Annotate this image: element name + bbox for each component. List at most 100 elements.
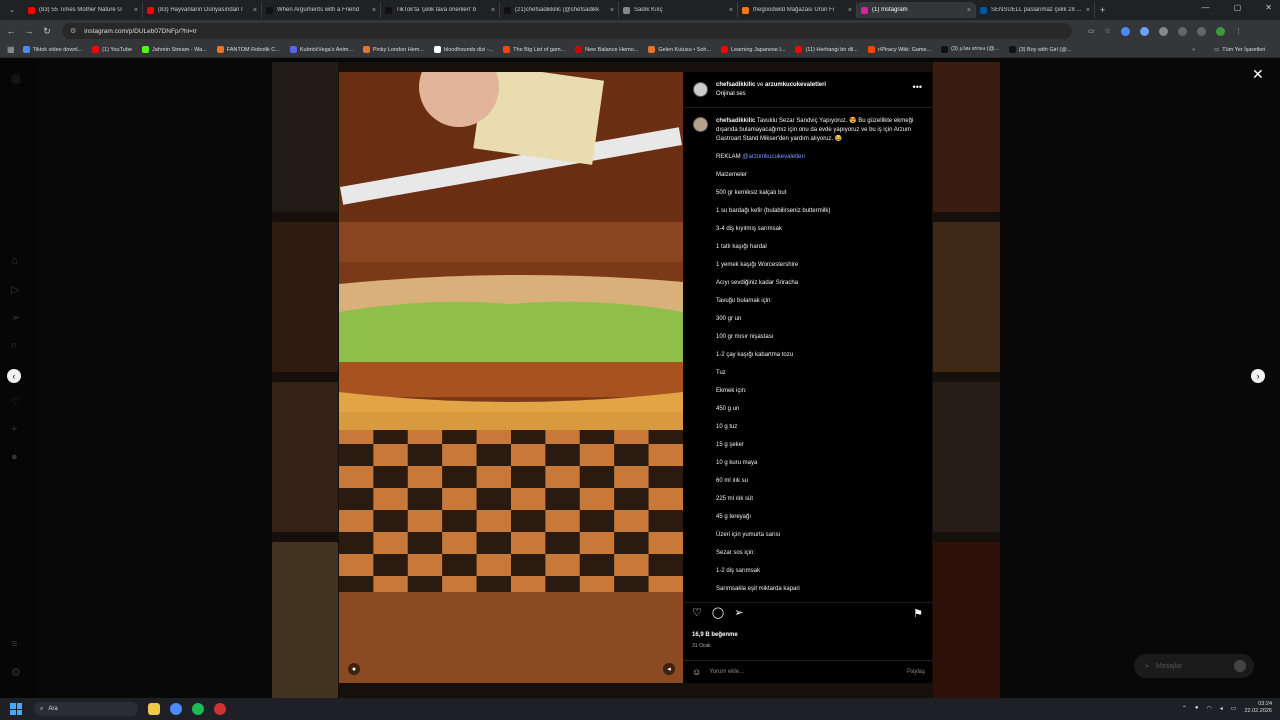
tab-close-icon[interactable]: × (848, 7, 852, 14)
menu-icon[interactable]: ⋮ (1235, 27, 1242, 35)
new-tab-button[interactable]: + (1100, 5, 1105, 15)
tab-close-icon[interactable]: × (967, 7, 971, 14)
tab-close-icon[interactable]: × (491, 7, 495, 14)
browser-tab[interactable]: (1) Instagram × (857, 2, 976, 18)
extension-icon[interactable] (1158, 26, 1168, 36)
author-username[interactable]: chefsadikkilic (716, 82, 755, 88)
tab-close-icon[interactable]: × (253, 7, 257, 14)
profile-avatar[interactable] (1215, 26, 1225, 36)
bookmark-item[interactable]: (11) Herhangi bir dil... (795, 46, 858, 53)
tab-close-icon[interactable]: × (1086, 7, 1090, 14)
bookmark-item[interactable]: KubrickVega's Anim... (289, 46, 353, 53)
bookmark-item[interactable]: Jahrein Stream - Wa... (141, 46, 207, 53)
more-options-icon[interactable]: ••• (913, 82, 922, 92)
downloads-icon[interactable] (1196, 26, 1206, 36)
author-avatar[interactable] (693, 82, 708, 97)
bookmark-item[interactable]: Gelen Kutusu • Soh... (648, 46, 711, 53)
mic-icon[interactable]: ● (1195, 705, 1199, 711)
battery-icon[interactable]: ▭ (1231, 705, 1237, 712)
cutting-board-tile (579, 466, 615, 488)
audio-label[interactable]: Orijinal ses (716, 90, 826, 99)
tab-title: SENSUELL paslanmaz çelik 28 ... (991, 7, 1082, 13)
bookmark-item[interactable]: FANTOM Robotik C... (216, 46, 280, 53)
mute-toggle-icon[interactable]: ◂ (663, 663, 675, 675)
cast-icon[interactable]: ▭ (1088, 27, 1095, 35)
bookmark-item[interactable]: r/Piracy Wiki: Game... (867, 46, 931, 53)
close-modal-icon[interactable]: ✕ (1252, 66, 1264, 83)
apps-icon[interactable]: ▦ (7, 45, 15, 54)
window-close-icon[interactable]: ✕ (1265, 3, 1272, 12)
bookmark-item[interactable]: (3) 𝔷𝔢𝔟𝔞𝔰 𝔵𝔬𝔯𝔫𝔢𝔰 (@... (941, 46, 999, 53)
site-info-icon[interactable]: ⚙ (70, 27, 76, 35)
network-icon[interactable]: ◠ (1207, 705, 1212, 712)
cutting-board-tile (511, 444, 546, 466)
reel-video[interactable]: ● ◂ (339, 72, 683, 683)
tab-close-icon[interactable]: × (729, 7, 733, 14)
like-count[interactable]: 16,9 B beğenme (692, 632, 738, 638)
like-heart-icon[interactable]: ♡ (692, 606, 702, 619)
bookmark-star-icon[interactable]: ☆ (1105, 27, 1111, 35)
tab-close-icon[interactable]: × (134, 7, 138, 14)
forward-icon[interactable]: → (22, 26, 36, 36)
caption-ingredient-line: 1-2 çay kaşığı kabartma tozu (716, 352, 794, 358)
browser-tab[interactable]: thegoodwild Mağazası Ürün Fi × (738, 2, 857, 18)
all-bookmarks[interactable]: ▭ Tüm Yer İşaretleri (1214, 47, 1265, 53)
bookmark-item[interactable]: Pinky London Hem... (362, 46, 424, 53)
browser-tab[interactable]: (83) 55 Times Mother Nature G × (24, 2, 143, 18)
bookmark-item[interactable]: bloodhounds dizi -... (433, 46, 493, 53)
back-icon[interactable]: ← (4, 26, 18, 36)
emoji-icon[interactable]: ☺ (692, 667, 701, 677)
next-post-arrow-icon[interactable]: › (1251, 369, 1265, 383)
volume-icon[interactable]: ◂ (1220, 705, 1223, 712)
bookmark-item[interactable]: Tiktok video downl... (22, 46, 82, 53)
post-comment-button[interactable]: Paylaş (907, 669, 925, 675)
messages-button[interactable]: ➢ Mesajlar (1134, 654, 1254, 678)
bookmark-item[interactable]: (3) Boy with Girl (@... (1008, 46, 1071, 53)
ad-mention-link[interactable]: @arzumkucukevaletleri (742, 154, 804, 160)
taskbar-search[interactable]: ⌕ Ara (34, 702, 138, 716)
browser-tab[interactable]: (83) Hayvanların Dünyasından İ × (143, 2, 262, 18)
previous-post-arrow-icon[interactable]: ‹ (7, 369, 21, 383)
post-actions: ♡ ◯ ➢ ⚑ (683, 602, 932, 622)
reload-icon[interactable]: ↻ (40, 26, 54, 37)
clock[interactable]: 03:24 22.02.2026 (1244, 701, 1272, 715)
caption-ingredient-line: 15 g şeker (716, 442, 745, 448)
bookmark-item[interactable]: Learning Japanese I... (721, 46, 785, 53)
browser-tab[interactable]: Sadık Kılıç × (619, 2, 738, 18)
maximize-icon[interactable]: ▢ (1234, 3, 1242, 12)
spotify-icon[interactable] (192, 703, 204, 715)
extension-icon[interactable] (1139, 26, 1149, 36)
bookmark-item[interactable]: (1) YouTube (92, 46, 132, 53)
caption-avatar[interactable] (693, 117, 708, 132)
bookmarks-more[interactable]: » (1192, 47, 1195, 53)
share-icon[interactable]: ➢ (734, 606, 743, 619)
bookmark-item[interactable]: The Big List of gam... (503, 46, 565, 53)
bookmark-item[interactable]: New Balance Hemo... (575, 46, 638, 53)
bookmark-favicon-icon (503, 46, 511, 53)
browser-tab[interactable]: When Arguments with a Friend × (262, 2, 381, 18)
save-bookmark-icon[interactable]: ⚑ (913, 607, 923, 620)
tab-favicon-icon (266, 6, 273, 14)
tray-chevron-icon[interactable]: ⌃ (1182, 705, 1187, 712)
chrome-icon[interactable] (170, 703, 182, 715)
cutting-board-tile (373, 466, 408, 488)
extension-icon[interactable] (1120, 26, 1130, 36)
app-icon[interactable] (214, 703, 226, 715)
tab-close-icon[interactable]: × (610, 7, 614, 14)
caption-username[interactable]: chefsadikkilic (716, 118, 755, 124)
file-explorer-icon[interactable] (148, 703, 160, 715)
tab-close-icon[interactable]: × (372, 7, 376, 14)
windows-start-icon[interactable] (10, 703, 22, 715)
address-bar[interactable]: ⚙ instagram.com/p/DULeb07DNFp/?hl=tr (62, 23, 1072, 39)
browser-tab[interactable]: (21)chefsadikkilic (@chefsadikk × (500, 2, 619, 18)
comment-input[interactable]: Yorum ekle... (709, 669, 744, 675)
extensions-puzzle-icon[interactable] (1177, 26, 1187, 36)
tab-search-icon[interactable]: ⌄ (4, 3, 20, 17)
comment-icon[interactable]: ◯ (712, 606, 724, 619)
browser-tab[interactable]: SENSUELL paslanmaz çelik 28 ... × (976, 2, 1095, 18)
browser-tab[interactable]: TikTok'ta 'çelik tava önerileri' b × (381, 2, 500, 18)
collaborator-username[interactable]: arzumkucukevaletleri (765, 82, 826, 88)
minimize-icon[interactable]: — (1202, 3, 1210, 12)
video-tagged-user-icon[interactable]: ● (348, 663, 360, 675)
cutting-board-tile (407, 510, 443, 532)
